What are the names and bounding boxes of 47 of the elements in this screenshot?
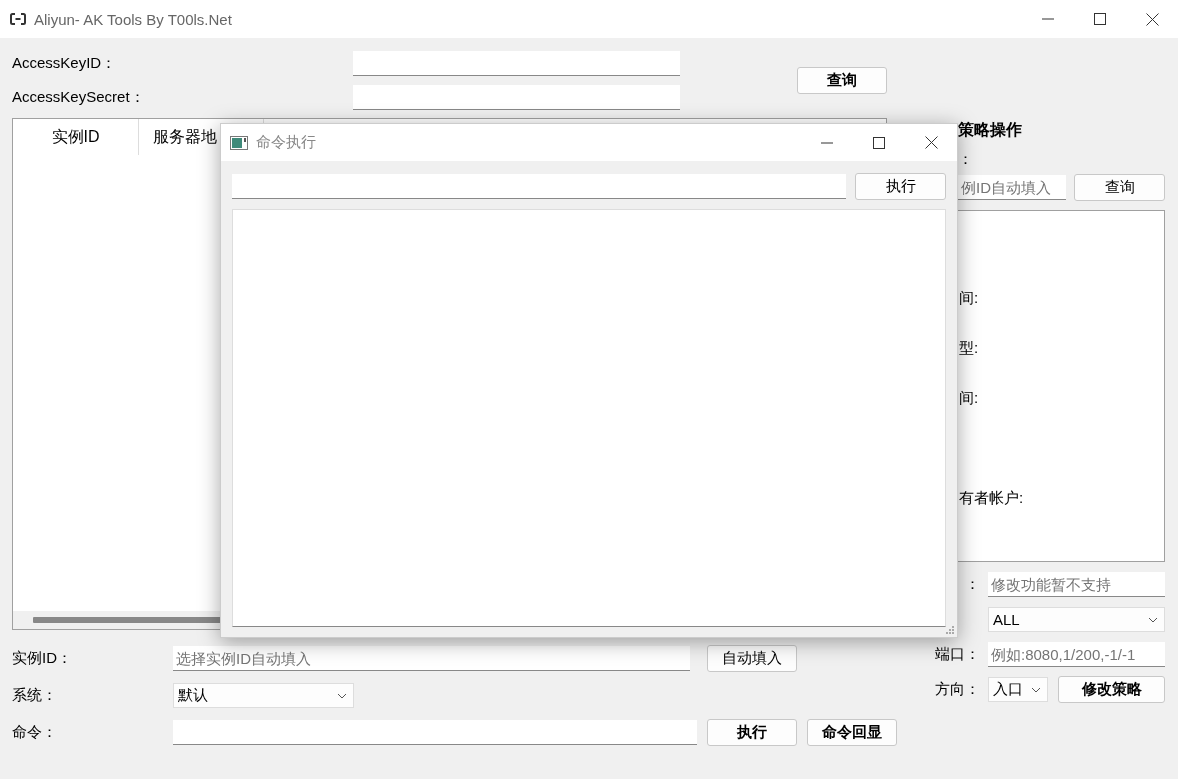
input-field[interactable]: 例如:8080,1/200,-1/-1	[988, 642, 1165, 667]
field-label: 命令：	[12, 723, 58, 742]
minimize-icon	[1042, 18, 1054, 20]
field-label: ：	[964, 575, 981, 594]
column-header[interactable]: 实例ID	[13, 119, 139, 155]
field-label: AccessKeyID：	[12, 53, 118, 73]
modify-button[interactable]: 修改策略	[1058, 676, 1165, 703]
window-title: Aliyun- AK Tools By T00ls.Net	[34, 10, 232, 28]
chevron-down-icon	[337, 692, 347, 699]
input-field[interactable]	[173, 720, 697, 745]
input-field[interactable]: 修改功能暂不支持	[988, 572, 1165, 597]
app-logo-icon	[10, 13, 26, 25]
echo-button[interactable]: 命令回显	[807, 719, 897, 746]
field-label: 系统：	[12, 686, 58, 705]
input-field[interactable]	[353, 84, 680, 110]
maximize-icon	[1094, 13, 1106, 25]
field-label: 端口：	[934, 645, 981, 664]
info-label: 型:	[959, 339, 980, 358]
section-heading: 策略操作	[957, 120, 1023, 140]
input-field[interactable]: 例ID自动填入	[958, 175, 1066, 200]
direction-dropdown[interactable]: 入口	[988, 677, 1048, 702]
close-icon	[924, 136, 938, 149]
info-label: 间:	[959, 289, 980, 308]
close-icon	[1145, 12, 1159, 26]
terminal-window-icon	[230, 135, 248, 150]
autofill-button[interactable]: 自动填入	[707, 645, 797, 672]
resize-grip-icon[interactable]	[946, 626, 955, 635]
query-button[interactable]: 查询	[797, 66, 887, 94]
info-label: 间:	[959, 389, 980, 408]
system-dropdown[interactable]: 默认	[173, 683, 354, 708]
execute-button[interactable]: 执行	[707, 719, 797, 746]
input-field[interactable]: 选择实例ID自动填入	[173, 646, 690, 671]
maximize-icon	[873, 136, 885, 149]
input-field[interactable]	[353, 50, 680, 76]
chevron-down-icon	[1148, 616, 1158, 623]
field-label: 方向：	[934, 680, 981, 699]
field-label: ：	[958, 150, 973, 167]
protocol-dropdown[interactable]: ALL	[988, 607, 1165, 632]
run-button[interactable]: 执行	[855, 173, 946, 200]
field-label: AccessKeySecret：	[12, 87, 146, 107]
scrollbar-thumb[interactable]	[33, 617, 223, 623]
info-label: 有者帐户:	[959, 489, 1025, 508]
command-input[interactable]	[232, 174, 846, 199]
query-button[interactable]: 查询	[1074, 174, 1165, 201]
minimize-icon	[821, 141, 833, 144]
chevron-down-icon	[1031, 686, 1041, 693]
field-label: 实例ID：	[12, 649, 73, 668]
